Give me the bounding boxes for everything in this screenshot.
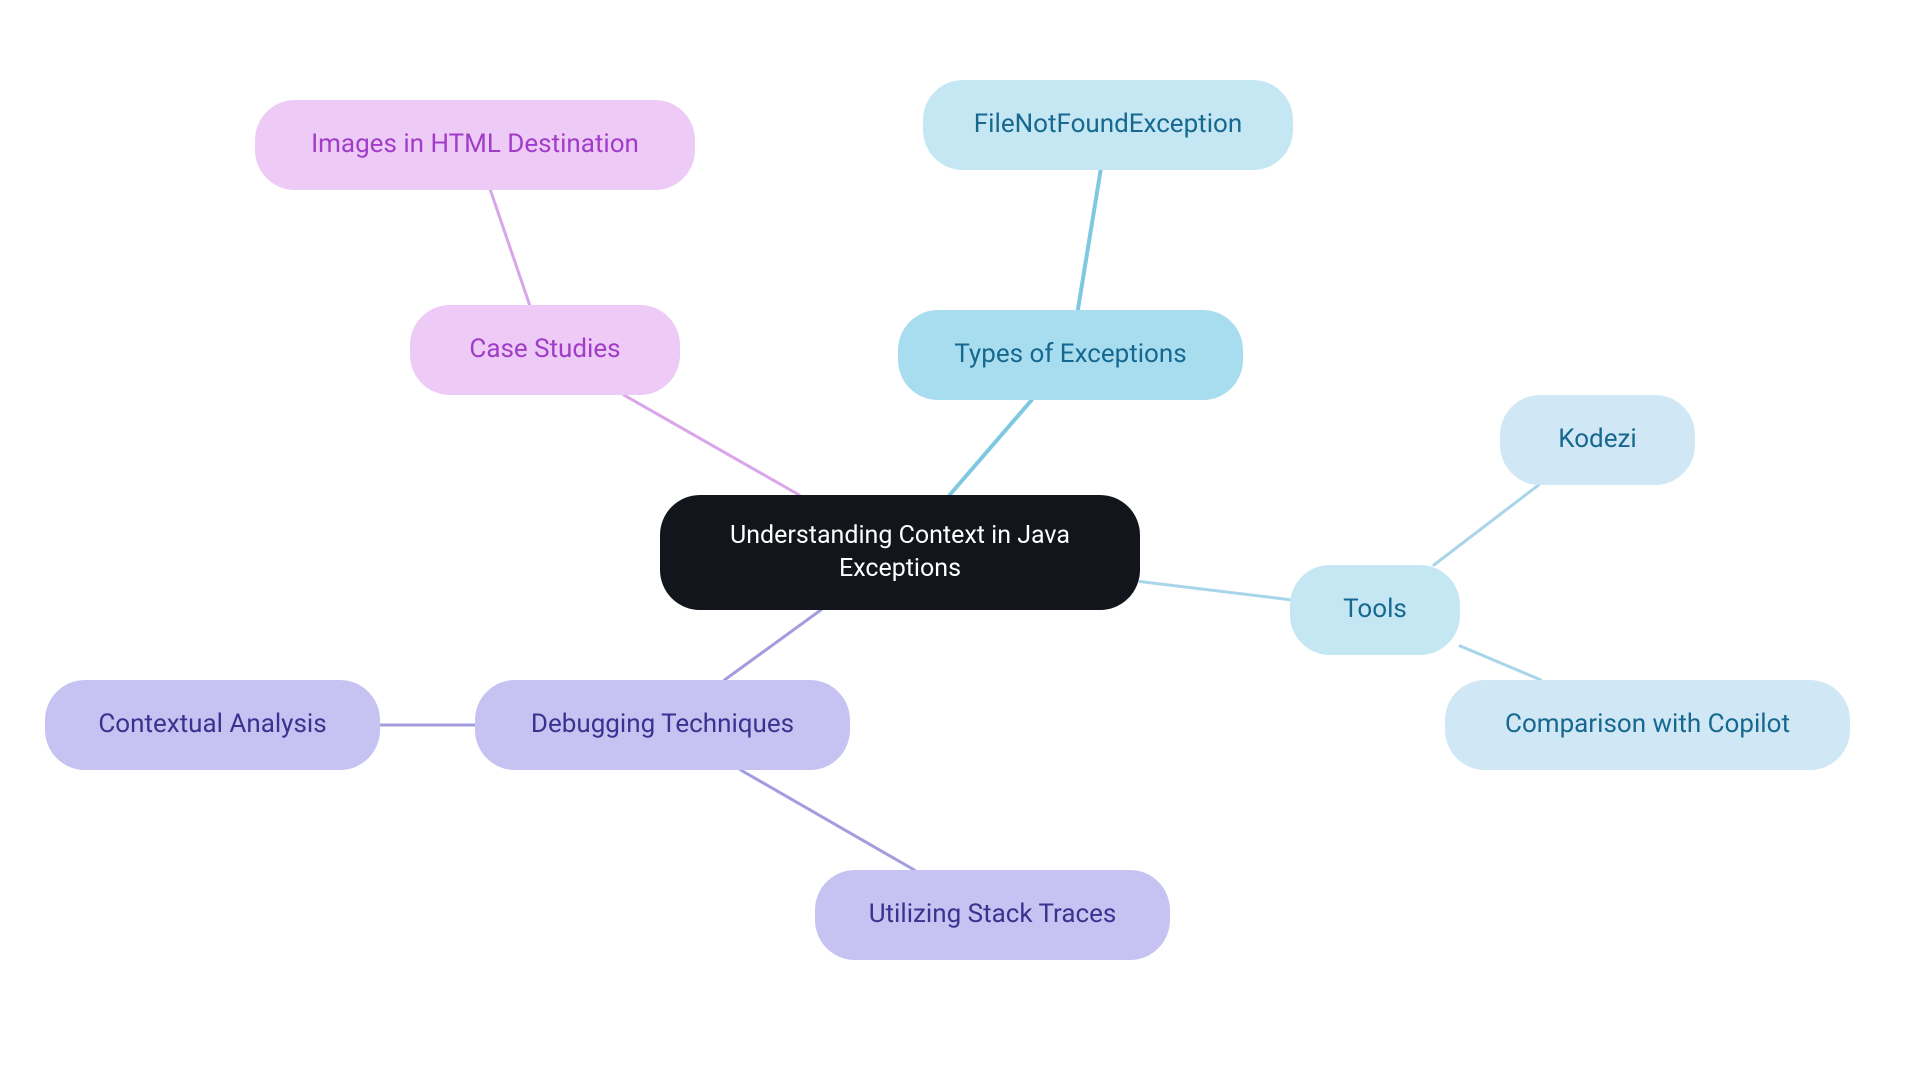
node-utilizing-stack-traces[interactable]: Utilizing Stack Traces	[815, 870, 1170, 960]
node-kodezi[interactable]: Kodezi	[1500, 395, 1695, 485]
node-tools[interactable]: Tools	[1290, 565, 1460, 655]
node-contextual-analysis[interactable]: Contextual Analysis	[45, 680, 380, 770]
node-center[interactable]: Understanding Context in Java Exceptions	[660, 495, 1140, 610]
node-debugging-techniques[interactable]: Debugging Techniques	[475, 680, 850, 770]
node-case-studies[interactable]: Case Studies	[410, 305, 680, 395]
node-images-in-html-destination[interactable]: Images in HTML Destination	[255, 100, 695, 190]
node-comparison-with-copilot[interactable]: Comparison with Copilot	[1445, 680, 1850, 770]
node-file-not-found-exception[interactable]: FileNotFoundException	[923, 80, 1293, 170]
node-types-of-exceptions[interactable]: Types of Exceptions	[898, 310, 1243, 400]
